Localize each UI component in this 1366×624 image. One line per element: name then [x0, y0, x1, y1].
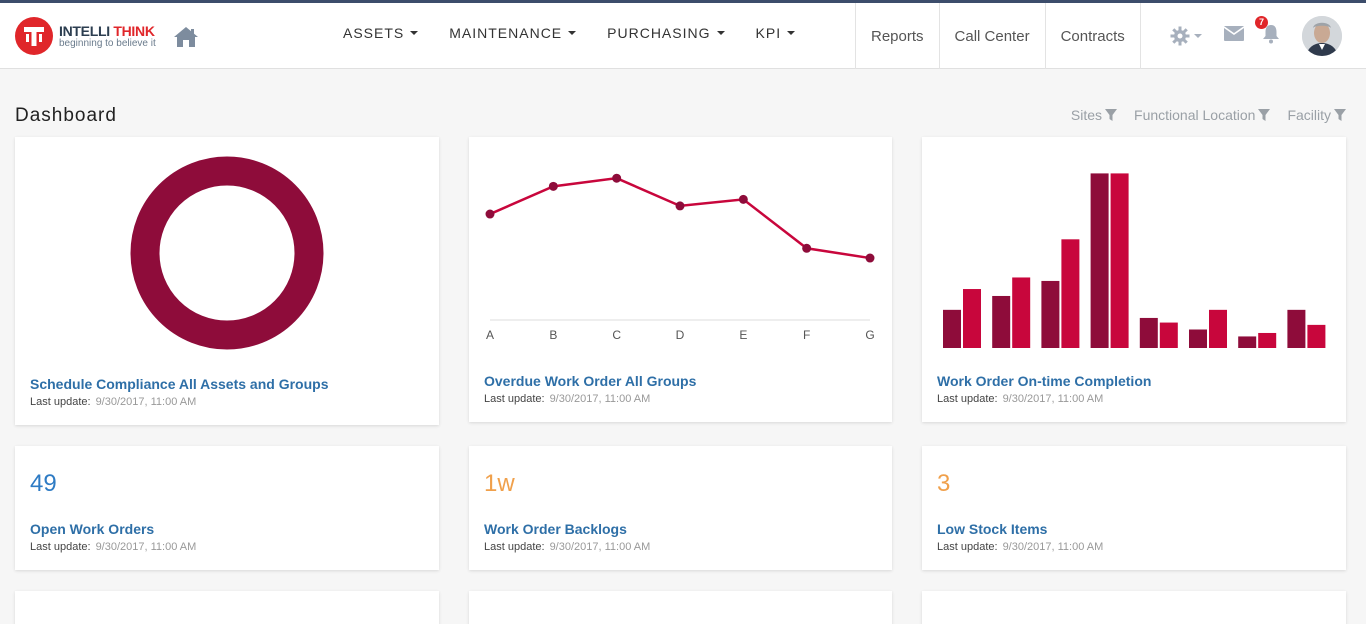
caret-down-icon	[716, 31, 725, 35]
donut-chart	[130, 156, 324, 350]
x-tick-label: F	[803, 328, 810, 342]
filter-icon	[1105, 109, 1118, 121]
home-icon[interactable]	[173, 25, 199, 49]
notification-badge: 7	[1255, 15, 1268, 29]
bar	[943, 309, 961, 348]
bar-chart	[943, 173, 1326, 348]
card-low-stock-items: 3 Low Stock Items Last update: 9/30/2017,…	[922, 446, 1346, 570]
card-partial	[15, 591, 439, 624]
card-title[interactable]: Schedule Compliance All Assets and Group…	[30, 376, 328, 392]
card-last-update: Last update: 9/30/2017, 11:00 AM	[30, 541, 197, 553]
bar	[1287, 309, 1306, 348]
main-menu: ASSETS MAINTENANCE PURCHASING KPI	[343, 25, 826, 41]
x-tick-label: C	[612, 328, 621, 342]
filter-icon	[1258, 109, 1271, 121]
caret-down-icon	[568, 31, 577, 35]
card-last-update: Last update: 9/30/2017, 11:00 AM	[30, 396, 197, 408]
card-overdue-work-order: A B C D E F G Overdue Work Order All Groups La…	[469, 137, 892, 422]
secondary-nav: Reports Call Center Contracts	[855, 3, 1141, 69]
data-point	[548, 181, 558, 191]
data-point	[675, 201, 685, 211]
bar	[1307, 324, 1326, 348]
menu-maintenance[interactable]: MAINTENANCE	[449, 25, 577, 41]
bar	[1041, 280, 1060, 348]
card-title[interactable]: Work Order On-time Completion	[937, 373, 1151, 389]
page-title: Dashboard	[15, 105, 117, 126]
filter-sites[interactable]: Sites	[1071, 107, 1118, 123]
card-open-work-orders: 49 Open Work Orders Last update: 9/30/201…	[15, 446, 439, 570]
bar	[1159, 322, 1178, 348]
data-point	[612, 173, 622, 183]
menu-assets[interactable]: ASSETS	[343, 25, 419, 41]
dashboard-filters: Sites Functional Location Facility	[1054, 107, 1346, 123]
bar	[963, 289, 981, 348]
donut-ring	[130, 156, 324, 350]
data-point	[802, 243, 812, 253]
logo-mark-icon	[15, 17, 53, 55]
bar	[1258, 332, 1277, 348]
bar	[1090, 173, 1109, 348]
brand-name: INTELLI THINK	[59, 22, 155, 39]
metric-value: 3	[937, 470, 951, 497]
x-tick-label: A	[486, 328, 494, 342]
data-point	[485, 209, 495, 219]
card-last-update: Last update: 9/30/2017, 11:00 AM	[484, 393, 651, 405]
menu-kpi[interactable]: KPI	[756, 25, 796, 41]
brand-logo[interactable]: INTELLI THINK beginning to believe it	[15, 17, 156, 55]
x-tick-label: G	[865, 328, 874, 342]
settings-menu[interactable]	[1170, 26, 1202, 46]
bar	[1012, 277, 1031, 348]
line-series	[489, 176, 871, 260]
x-tick-label: B	[549, 328, 557, 342]
card-last-update: Last update: 9/30/2017, 11:00 AM	[484, 541, 651, 553]
bar	[1238, 336, 1257, 348]
mail-icon[interactable]	[1223, 26, 1245, 46]
card-partial	[922, 591, 1346, 624]
bar	[1209, 309, 1227, 348]
card-on-time-completion: Work Order On-time Completion Last updat…	[922, 137, 1346, 422]
user-avatar[interactable]	[1302, 16, 1342, 56]
bar	[1061, 239, 1080, 348]
filter-facility[interactable]: Facility	[1287, 107, 1346, 123]
card-partial	[469, 591, 892, 624]
menu-purchasing[interactable]: PURCHASING	[607, 25, 725, 41]
gear-icon	[1170, 26, 1190, 46]
card-work-order-backlogs: 1w Work Order Backlogs Last update: 9/30/…	[469, 446, 892, 570]
bar	[1110, 173, 1129, 348]
brand-tagline: beginning to believe it	[59, 37, 156, 49]
nav-link-call-center[interactable]: Call Center	[938, 3, 1045, 69]
card-last-update: Last update: 9/30/2017, 11:00 AM	[937, 541, 1104, 553]
card-title[interactable]: Low Stock Items	[937, 521, 1047, 537]
card-title[interactable]: Work Order Backlogs	[484, 521, 627, 537]
card-title[interactable]: Overdue Work Order All Groups	[484, 373, 696, 389]
caret-down-icon	[1194, 34, 1202, 38]
bar	[1139, 317, 1158, 348]
bar	[1189, 329, 1207, 348]
data-point	[738, 194, 748, 204]
nav-link-contracts[interactable]: Contracts	[1044, 3, 1141, 69]
x-tick-label: E	[739, 328, 747, 342]
top-navbar: INTELLI THINK beginning to believe it AS…	[0, 0, 1366, 69]
card-schedule-compliance: Schedule Compliance All Assets and Group…	[15, 137, 439, 425]
notifications[interactable]: 7	[1255, 15, 1280, 49]
data-point	[865, 253, 875, 263]
card-title[interactable]: Open Work Orders	[30, 521, 154, 537]
nav-link-reports[interactable]: Reports	[855, 3, 939, 69]
card-last-update: Last update: 9/30/2017, 11:00 AM	[937, 393, 1104, 405]
metric-value: 1w	[484, 470, 515, 497]
line-chart: A B C D E F G	[485, 173, 875, 342]
metric-value: 49	[30, 470, 57, 497]
user-tools: 7	[1170, 3, 1342, 69]
x-tick-label: D	[676, 328, 685, 342]
filter-functional-location[interactable]: Functional Location	[1134, 107, 1271, 123]
bar	[992, 295, 1011, 348]
caret-down-icon	[787, 31, 796, 35]
caret-down-icon	[410, 31, 419, 35]
filter-icon	[1334, 109, 1346, 121]
